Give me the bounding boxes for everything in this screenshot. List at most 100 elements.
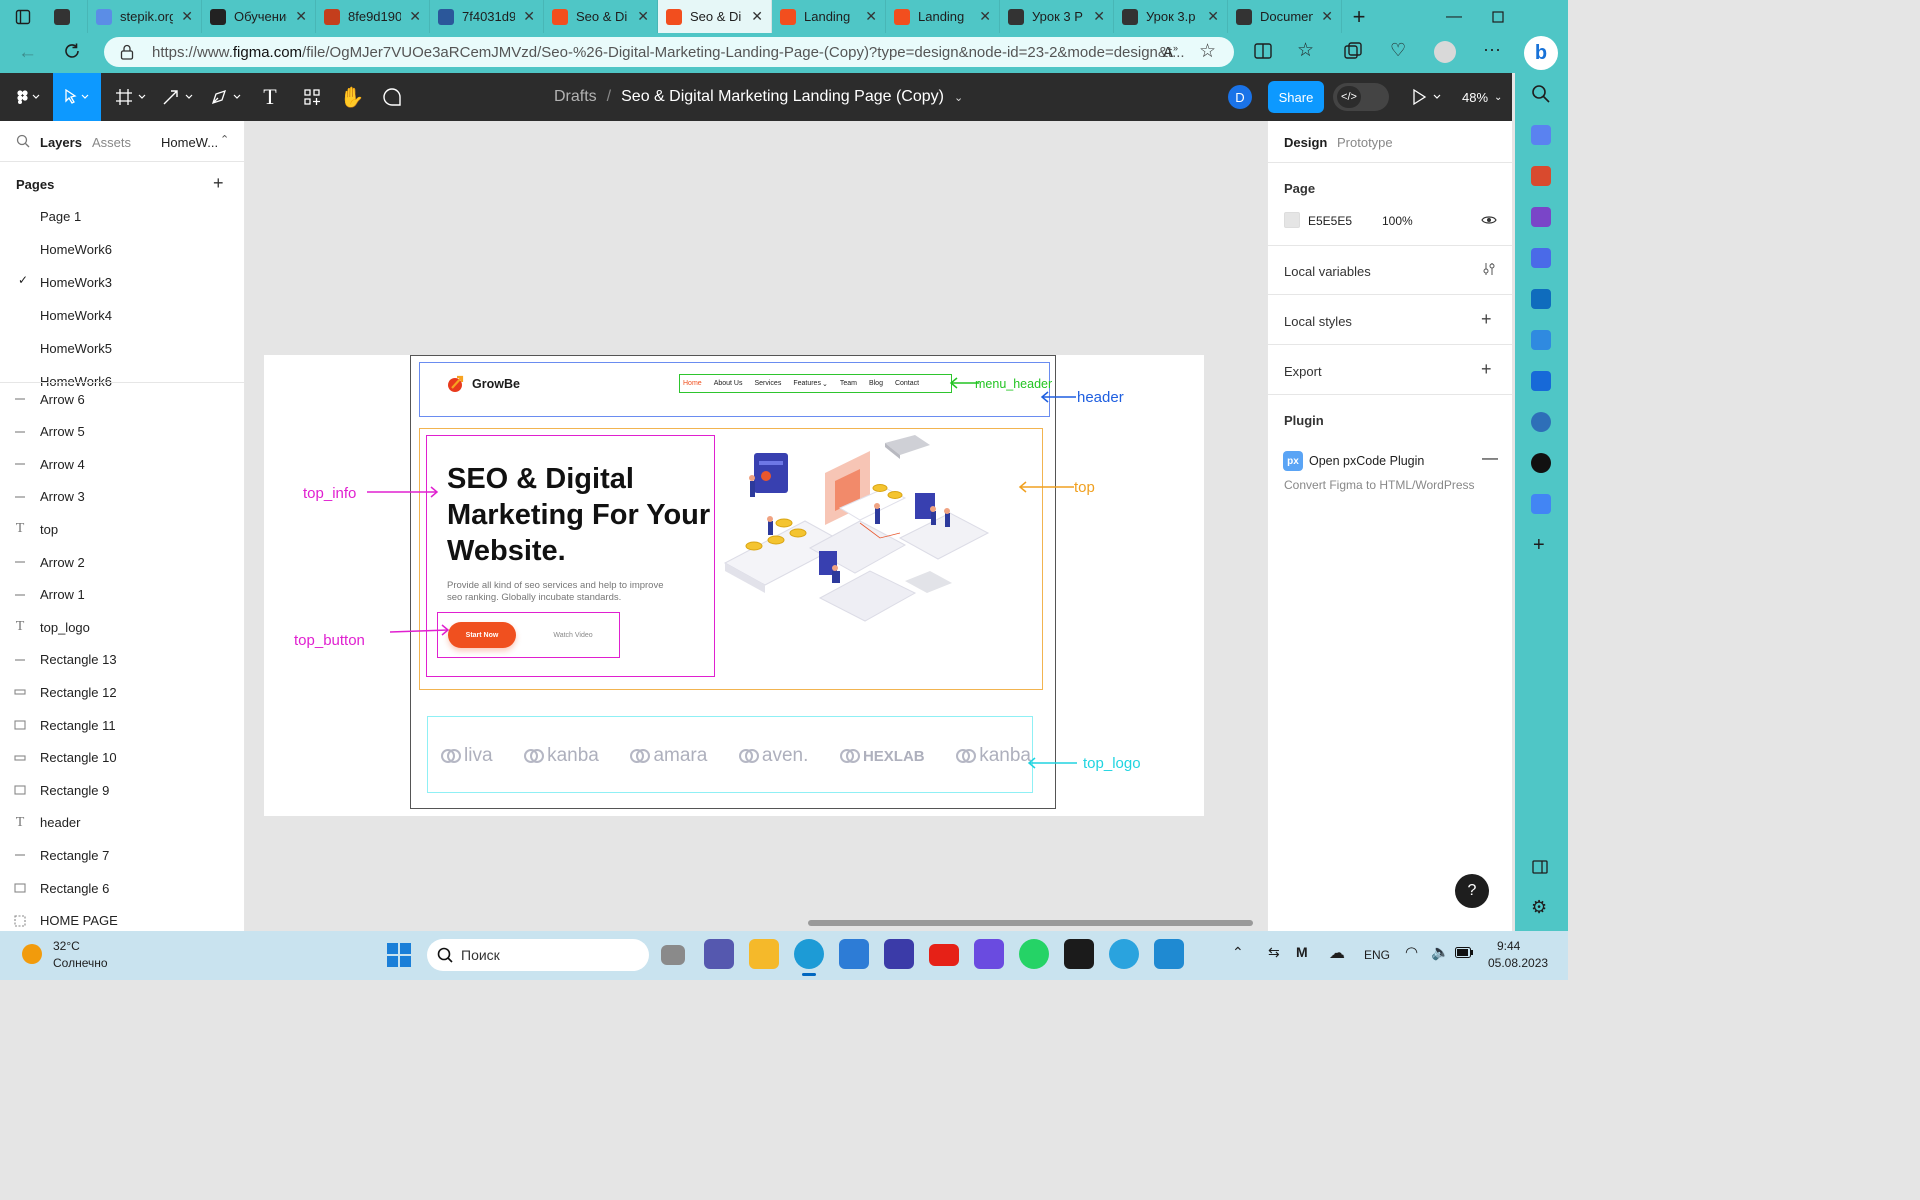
layer-row[interactable]: Rectangle 9 (0, 774, 244, 806)
terminal-icon[interactable] (1064, 939, 1094, 969)
chevron-down-icon[interactable]: ⌄ (954, 91, 963, 104)
app-shield-icon[interactable] (974, 939, 1004, 969)
games-icon[interactable] (1531, 207, 1551, 227)
sidebar-add-icon[interactable]: + (1533, 534, 1545, 557)
page-item[interactable]: HomeWork4 (40, 308, 112, 323)
browser-tab[interactable]: Урок 3.р ✕ (1114, 0, 1228, 33)
battery-icon[interactable] (1455, 947, 1473, 958)
page-opacity-value[interactable]: 100% (1382, 214, 1413, 228)
copilot-app-icon[interactable] (1531, 248, 1551, 268)
start-icon[interactable] (387, 943, 411, 967)
clock-time[interactable]: 9:44 (1497, 939, 1520, 953)
show-hidden-icons[interactable]: ⌃ (1232, 944, 1244, 961)
browser-tab[interactable]: Seo & Di ✕ (544, 0, 658, 33)
task-view-icon[interactable] (661, 945, 685, 965)
browser-tab[interactable]: Documen ✕ (1228, 0, 1342, 33)
add-export-icon[interactable]: + (1481, 359, 1492, 380)
close-tab-icon[interactable]: ✕ (409, 8, 421, 25)
close-tab-icon[interactable]: ✕ (751, 8, 763, 25)
outlook-icon[interactable] (1531, 289, 1551, 309)
search-icon[interactable] (16, 134, 30, 148)
comment-tool-icon[interactable] (378, 73, 406, 121)
onedrive-icon[interactable]: ☁ (1329, 943, 1345, 963)
weather-temp[interactable]: 32°C (53, 939, 80, 953)
help-button[interactable]: ? (1455, 874, 1489, 908)
wifi-icon[interactable]: ◠ (1405, 943, 1418, 961)
mail-icon[interactable] (1531, 371, 1551, 391)
browser-tab[interactable]: Обучение ✕ (202, 0, 316, 33)
variables-settings-icon[interactable] (1481, 261, 1497, 277)
remove-plugin-icon[interactable]: — (1482, 450, 1498, 468)
volume-icon[interactable]: 🔈 (1431, 943, 1450, 961)
close-tab-icon[interactable]: ✕ (295, 8, 307, 25)
new-tab-button[interactable]: + (1342, 0, 1376, 33)
pen-tool-icon[interactable] (208, 73, 244, 121)
close-tab-icon[interactable]: ✕ (865, 8, 877, 25)
close-tab-icon[interactable]: ✕ (1207, 8, 1219, 25)
page-selector[interactable]: HomeW... (161, 135, 218, 150)
favorite-star-icon[interactable]: ☆ (1199, 40, 1216, 63)
layer-row[interactable]: Theader (0, 807, 244, 839)
close-tab-icon[interactable]: ✕ (979, 8, 991, 25)
hand-tool-icon[interactable]: ✋ (338, 73, 366, 121)
browser-essentials-icon[interactable]: ♡ (1390, 40, 1406, 61)
nav-item[interactable]: About Us (714, 380, 743, 387)
page-item[interactable]: HomeWork5 (40, 341, 112, 356)
browser-tab[interactable]: 7f4031d9 ✕ (430, 0, 544, 33)
zoom-level[interactable]: 48% ⌄ (1462, 73, 1502, 121)
drop-icon[interactable] (1531, 330, 1551, 350)
horizontal-scrollbar[interactable] (808, 920, 1253, 926)
network-tray-icon[interactable]: ⇆ (1268, 944, 1280, 961)
minimize-icon[interactable]: — (1446, 8, 1462, 26)
close-tab-icon[interactable]: ✕ (181, 8, 193, 25)
close-tab-icon[interactable]: ✕ (1093, 8, 1105, 25)
page-item[interactable]: Page 1 (40, 209, 81, 224)
close-tab-icon[interactable]: ✕ (637, 8, 649, 25)
layer-row[interactable]: Arrow 6 (0, 383, 244, 415)
layer-row[interactable]: Rectangle 7 (0, 839, 244, 871)
page-item[interactable]: HomeWork3 (40, 275, 112, 290)
layer-row[interactable]: Arrow 4 (0, 448, 244, 480)
browser-tab[interactable] (46, 0, 88, 33)
collections-icon[interactable] (1344, 42, 1362, 60)
breadcrumb-drafts[interactable]: Drafts (554, 88, 597, 106)
more-options-icon[interactable]: ··· (1483, 39, 1501, 60)
dev-mode-toggle[interactable]: </> (1333, 83, 1389, 111)
tray-app-icon[interactable]: M (1296, 944, 1308, 960)
youtube-icon[interactable] (929, 944, 959, 966)
close-tab-icon[interactable]: ✕ (523, 8, 535, 25)
tab-design[interactable]: Design (1284, 135, 1327, 150)
tab-layers[interactable]: Layers (40, 135, 82, 150)
telegram-icon[interactable] (1109, 939, 1139, 969)
maximize-icon[interactable] (1492, 10, 1504, 23)
close-tab-icon[interactable]: ✕ (1321, 8, 1333, 25)
teams-icon[interactable] (704, 939, 734, 969)
frame-tool-icon[interactable] (113, 73, 149, 121)
shape-tool-icon[interactable] (160, 73, 196, 121)
whatsapp-icon[interactable] (1019, 939, 1049, 969)
text-tool-icon[interactable]: T (256, 73, 284, 121)
browser-tab[interactable]: 8fe9d190 ✕ (316, 0, 430, 33)
globe-icon[interactable] (1531, 412, 1551, 432)
profile-avatar[interactable] (1434, 41, 1456, 63)
layer-row[interactable]: Rectangle 10 (0, 742, 244, 774)
move-tool-icon[interactable] (53, 73, 101, 121)
layer-row[interactable]: Rectangle 12 (0, 676, 244, 708)
chevron-up-icon[interactable]: ⌃ (220, 133, 229, 146)
url-input[interactable]: https://www. figma.com/file/OgMJer7VUOe3a… (104, 37, 1234, 67)
layer-row[interactable]: HOME PAGE (0, 905, 244, 931)
browser-tab[interactable]: Landing ✕ (772, 0, 886, 33)
add-style-icon[interactable]: + (1481, 309, 1492, 330)
figma-menu-icon[interactable] (8, 73, 48, 121)
share-button[interactable]: Share (1268, 81, 1324, 113)
app-m-icon[interactable] (884, 939, 914, 969)
file-explorer-icon[interactable] (749, 939, 779, 969)
openai-icon[interactable] (1531, 453, 1551, 473)
nav-item[interactable]: Team (840, 380, 857, 387)
taskbar-search[interactable]: Поиск (427, 939, 649, 971)
sidebar-layout-icon[interactable] (1532, 860, 1548, 874)
favorites-icon[interactable]: ☆ (1297, 39, 1314, 62)
weather-desc[interactable]: Солнечно (53, 956, 108, 970)
nav-item[interactable]: Features (793, 380, 821, 387)
clock-date[interactable]: 05.08.2023 (1488, 956, 1548, 970)
